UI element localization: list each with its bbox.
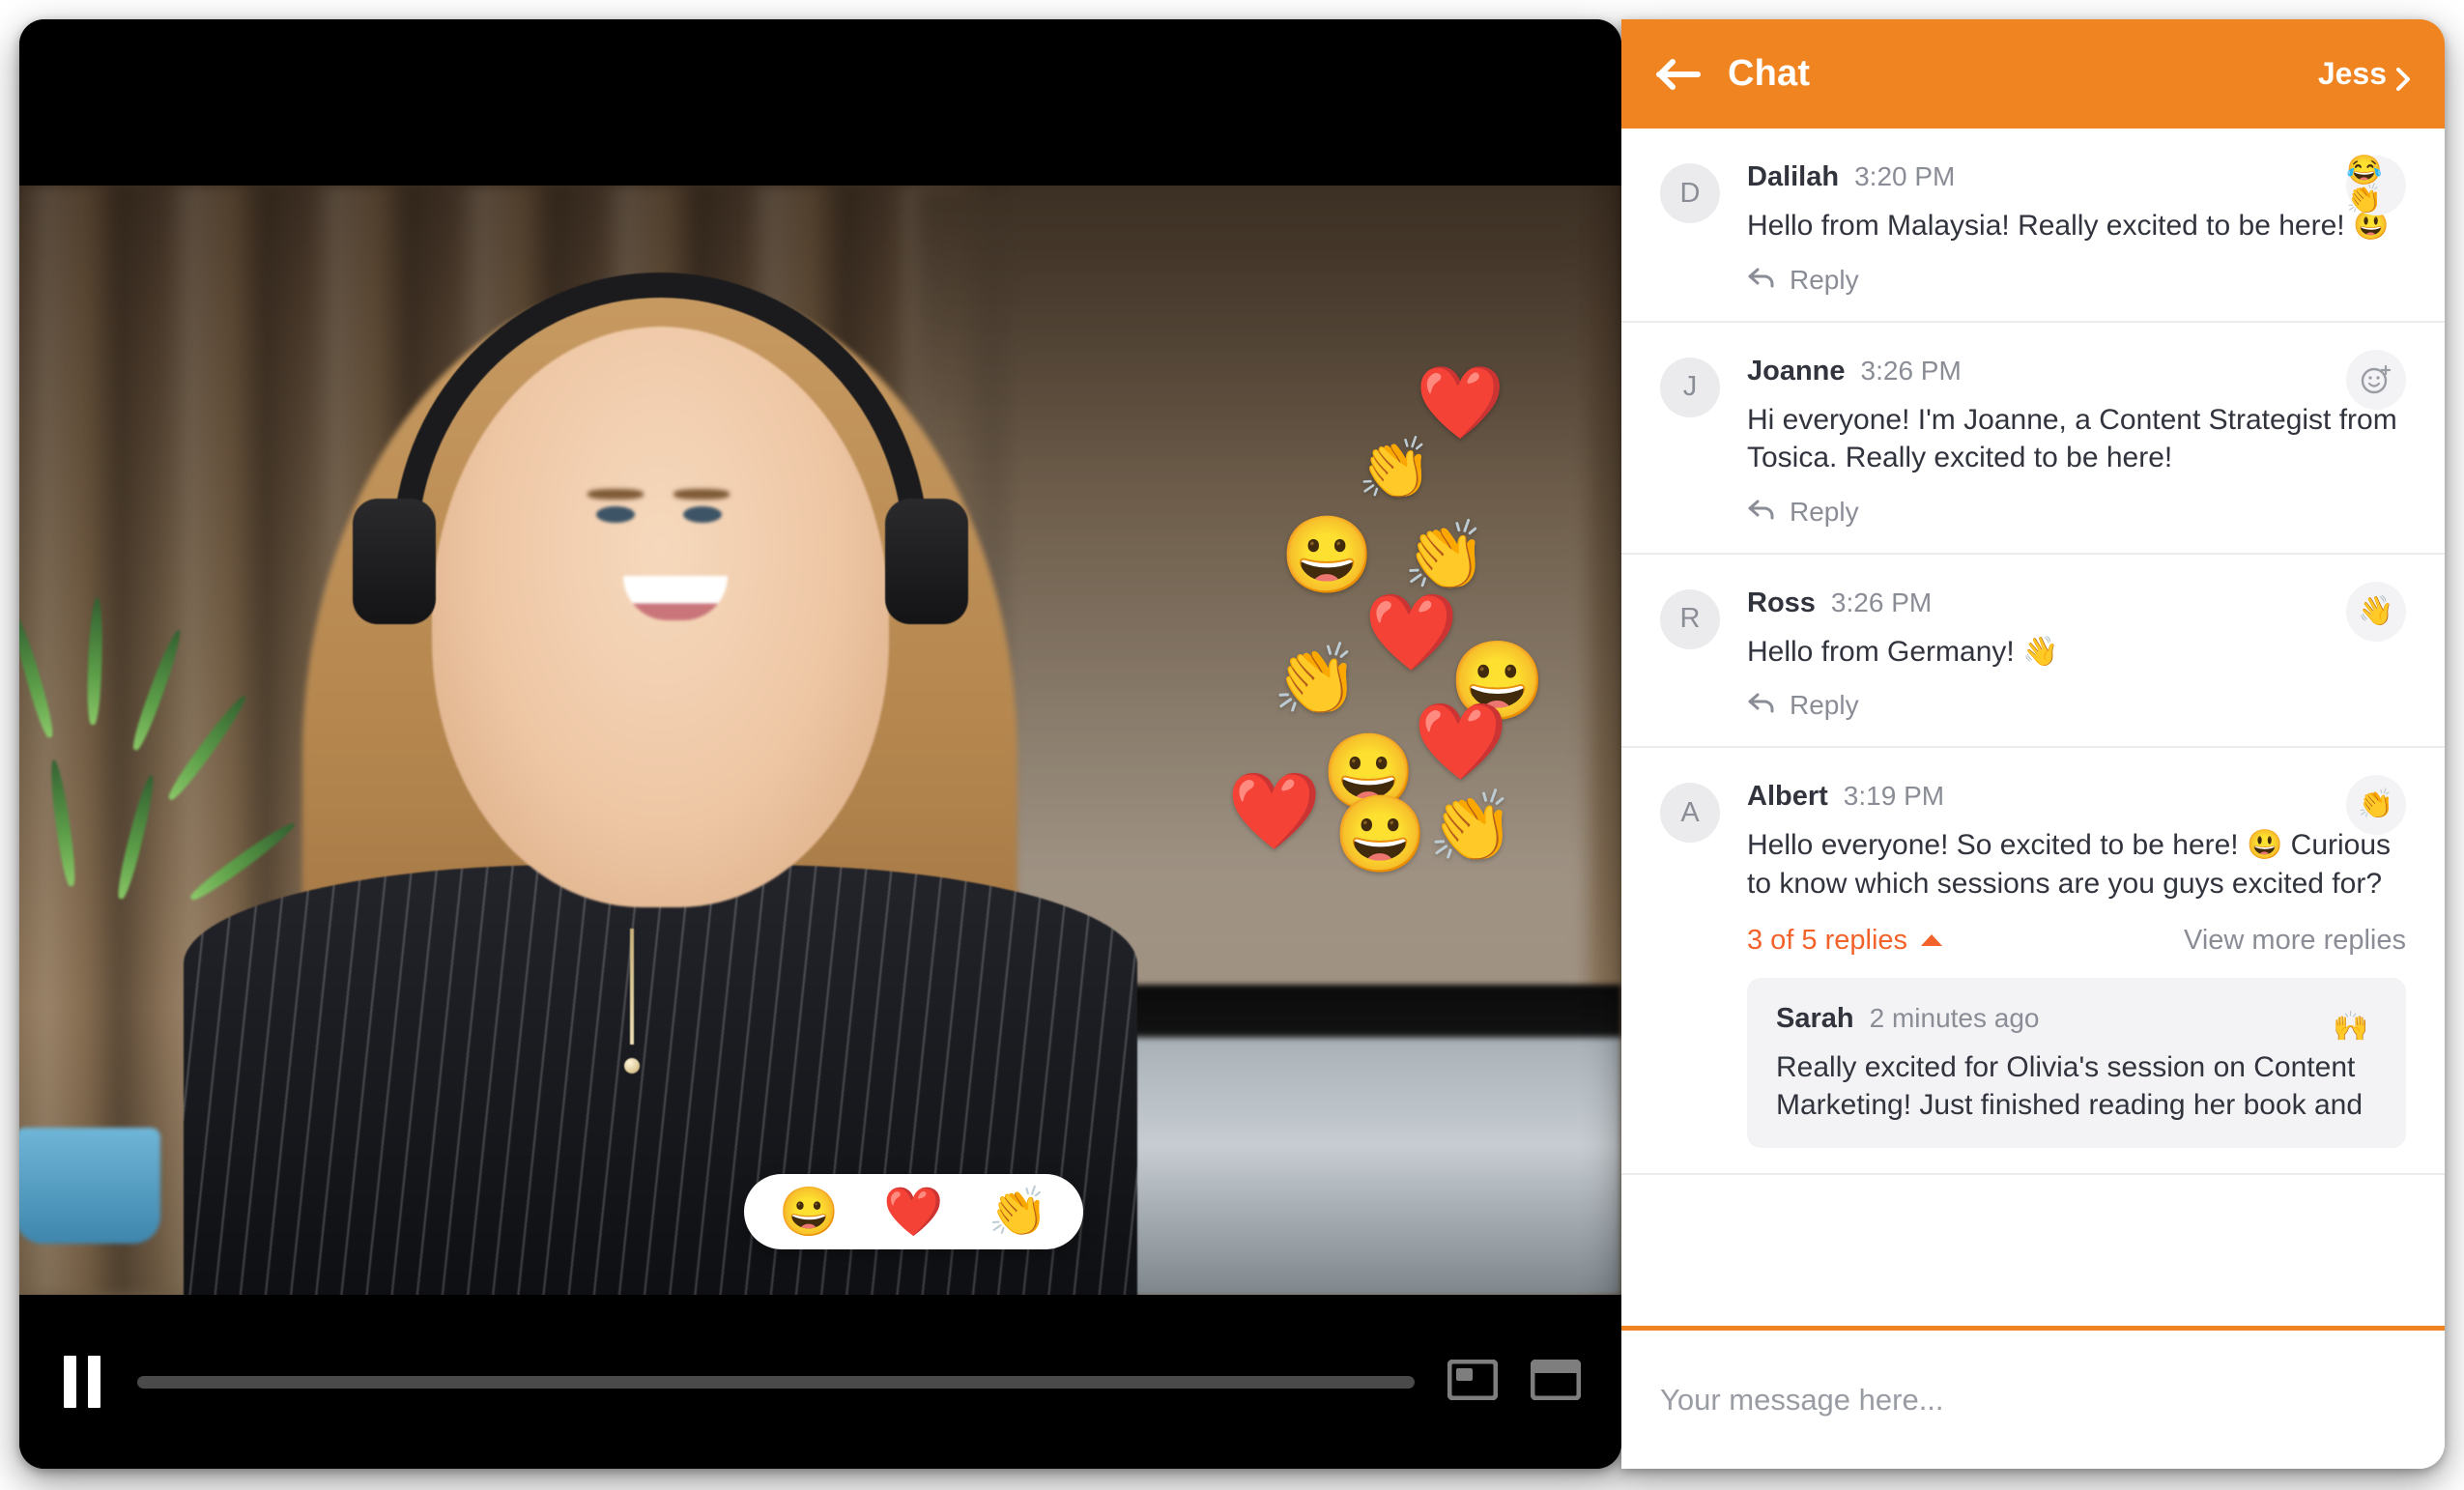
theater-mode-icon[interactable] [1530,1359,1582,1405]
back-arrow-icon[interactable] [1656,58,1701,91]
message-reaction-badge[interactable]: 👋 [2346,581,2406,642]
reply-text: Really excited for Olivia's session on C… [1776,1050,2364,1122]
chat-message: J Joanne 3:26 PM Hi everyone! I'm Joanne… [1621,323,2445,555]
message-reaction-badge[interactable]: 👏 [2346,775,2406,836]
pause-button[interactable] [60,1355,104,1409]
reaction-grinning-face-button[interactable]: 😀 [779,1188,839,1236]
app-root: ❤️ 👏 😀 👏 ❤️ 👏 😀 ❤️ 😀 ❤️ 😀 👏 😀 ❤️ 👏 Chat … [0,0,2464,1490]
video-letterbox-top [19,19,1621,186]
message-author: Dalilah [1747,161,1840,192]
page-title: Chat [1728,53,1811,94]
floating-red-heart: ❤️ [1414,699,1508,784]
view-more-replies-link[interactable]: View more replies [2184,925,2406,957]
presenter-person [163,218,1157,1295]
replies-count-toggle[interactable]: 3 of 5 replies [1747,924,1943,957]
floating-red-heart: ❤️ [1364,589,1459,674]
floating-clapping-hands: 👏 [1358,436,1433,502]
progress-bar[interactable] [137,1375,1415,1389]
floating-clapping-hands: 👏 [1273,642,1360,719]
picture-in-picture-icon[interactable] [1447,1359,1499,1405]
chat-user-label: Jess [2317,56,2387,91]
reply-label: Reply [1790,496,1859,527]
headphones-right-cup [884,498,968,624]
reply-button[interactable]: Reply [1747,265,1859,296]
reply-arrow-icon [1747,690,1776,721]
chat-message: 👋 R Ross 3:26 PM Hello from Germany! 👋 R… [1621,555,2445,749]
message-reaction-badge[interactable]: 😂👏 [2346,156,2406,215]
reply-arrow-icon [1747,497,1776,528]
thread-reply: 🙌 Sarah 2 minutes ago Really excited for… [1747,977,2406,1148]
reply-label: Reply [1790,690,1859,721]
add-reaction-icon [2361,364,2392,393]
presenter-necklace [630,929,635,1046]
message-list[interactable]: 😂👏 D Dalilah 3:20 PM Hello from Malaysia… [1621,129,2445,1326]
message-author: Ross [1747,587,1816,618]
reaction-picker[interactable]: 😀 ❤️ 👏 [744,1174,1083,1249]
avatar: D [1660,163,1720,223]
reply-reaction-badge[interactable]: 🙌 [2321,996,2381,1057]
avatar: R [1660,588,1720,649]
message-timestamp: 3:19 PM [1843,781,1945,812]
message-text: Hi everyone! I'm Joanne, a Content Strat… [1747,403,2397,474]
message-input[interactable] [1660,1382,2406,1418]
floating-red-heart: ❤️ [1416,362,1505,443]
chat-panel: Chat Jess 😂👏 D Dalilah 3:20 PM Hello fro… [1621,19,2445,1469]
plant-pot [19,1127,161,1244]
player-controls [19,1295,1621,1469]
chat-composer [1621,1326,2445,1469]
reaction-clapping-hands-button[interactable]: 👏 [988,1188,1048,1236]
replies-count-label: 3 of 5 replies [1747,924,1908,956]
chevron-right-icon [2396,63,2410,91]
message-text: Hello from Germany! 👋 [1747,635,2059,668]
message-author: Albert [1747,781,1828,813]
thread-replies-bar: 3 of 5 replies View more replies [1747,925,2406,957]
floating-red-heart: ❤️ [1227,768,1322,853]
add-reaction-button[interactable] [2346,349,2406,410]
avatar: J [1660,357,1720,417]
message-timestamp: 3:26 PM [1830,587,1933,617]
message-text: Hello from Malaysia! Really excited to b… [1747,210,2390,242]
floating-grinning-face: 😀 [1280,512,1375,597]
avatar: A [1660,783,1720,844]
reply-button[interactable]: Reply [1747,497,1859,528]
reply-author: Sarah [1776,1002,1854,1034]
headphones-left-cup [352,498,436,624]
caret-up-icon [1921,934,1943,947]
reaction-red-heart-button[interactable]: ❤️ [883,1188,943,1236]
reply-button[interactable]: Reply [1747,690,1859,721]
message-timestamp: 3:20 PM [1854,161,1956,191]
message-text: Hello everyone! So excited to be here! 😃… [1747,829,2392,900]
floating-clapping-hands: 👏 [1428,788,1515,866]
headphones-band [391,272,929,553]
floating-grinning-face: 😀 [1333,791,1428,876]
chat-message-thread: 👏 A Albert 3:19 PM Hello everyone! So ex… [1621,748,2445,1175]
video-player: ❤️ 👏 😀 👏 ❤️ 👏 😀 ❤️ 😀 ❤️ 😀 👏 😀 ❤️ 👏 [19,19,1621,1469]
chat-message: 😂👏 D Dalilah 3:20 PM Hello from Malaysia… [1621,129,2445,323]
message-timestamp: 3:26 PM [1860,355,1962,386]
chat-user-button[interactable]: Jess [2318,56,2410,92]
floating-clapping-hands: 👏 [1403,518,1488,593]
chat-header: Chat Jess [1621,19,2445,129]
reply-arrow-icon [1747,265,1776,296]
reply-timestamp: 2 minutes ago [1869,1002,2040,1033]
message-author: Joanne [1747,355,1846,387]
reply-label: Reply [1790,264,1859,295]
